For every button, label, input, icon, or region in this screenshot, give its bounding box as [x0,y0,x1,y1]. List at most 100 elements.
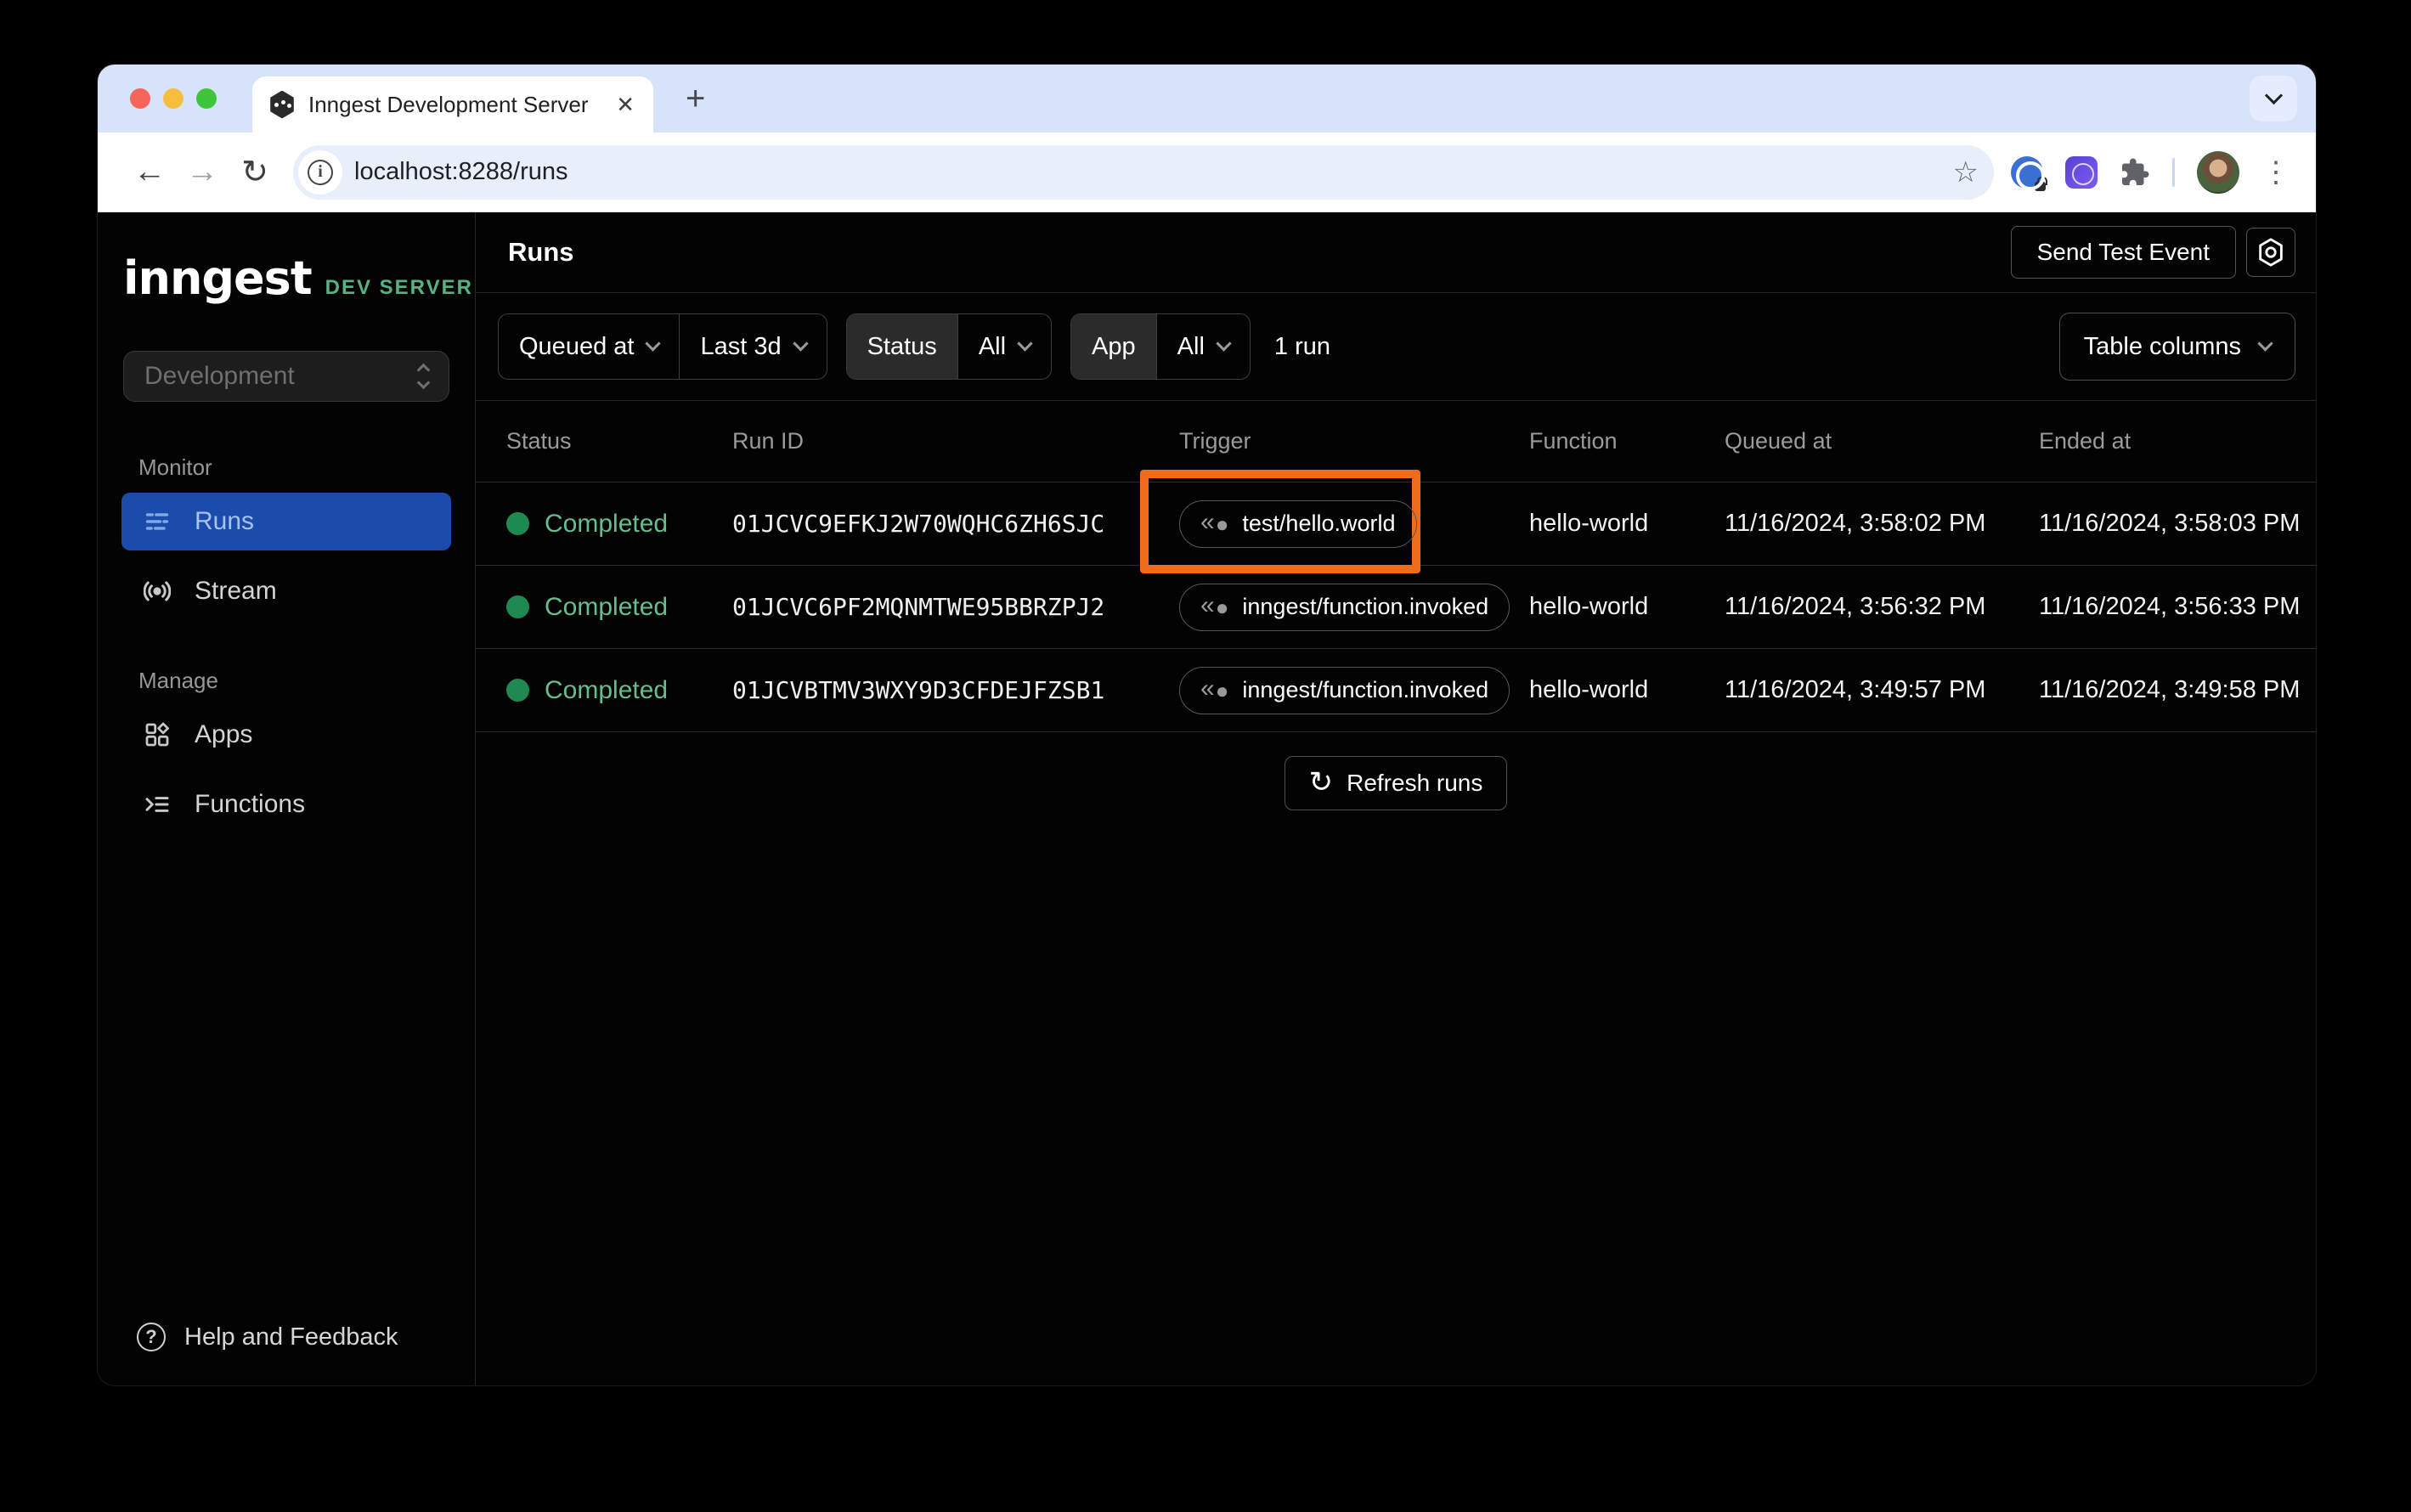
app-filter-label: App [1071,314,1156,379]
sidebar-item-functions[interactable]: Functions [121,776,451,833]
password-manager-extension-icon[interactable] [2011,155,2047,191]
traffic-lights [130,88,217,109]
trigger-name: inngest/function.invoked [1242,677,1489,702]
settings-gear-button[interactable] [2246,228,2295,277]
minimize-window-button[interactable] [163,88,184,109]
help-label: Help and Feedback [184,1323,398,1351]
new-tab-button[interactable]: + [686,80,705,118]
trigger-pill[interactable]: «● test/hello.world [1179,499,1417,548]
help-question-icon: ? [137,1323,166,1351]
forward-button[interactable]: → [176,154,229,190]
inngest-favicon-icon [270,90,294,119]
status-filter-dropdown[interactable]: All [957,314,1051,379]
stream-broadcast-icon [144,581,171,601]
sidebar-item-apps[interactable]: Apps [121,706,451,764]
browser-window: Inngest Development Server ✕ + ← → ↻ i l… [98,65,2316,1385]
bookmark-star-icon[interactable]: ☆ [1953,155,1979,189]
ended-at-value: 11/16/2024, 3:49:58 PM [2039,676,2301,703]
run-id[interactable]: 01JCVC6PF2MQNMTWE95BBRZPJ2 [732,593,1179,621]
browser-menu-icon[interactable]: ⋮ [2261,155,2290,189]
column-header-status: Status [506,428,572,454]
reload-button[interactable]: ↻ [229,153,281,191]
refresh-runs-label: Refresh runs [1347,770,1483,796]
logo-row: inngest DEV SERVER [123,251,475,305]
chevron-down-icon [2264,86,2283,105]
workspace-select-value: Development [144,362,295,390]
function-name[interactable]: hello-world [1529,510,1725,538]
site-info-button[interactable]: i [298,150,342,195]
sidebar-item-stream[interactable]: Stream [121,562,451,620]
back-button[interactable]: ← [123,154,176,190]
sidebar-item-runs[interactable]: Runs [121,493,451,550]
status-dot-icon [506,595,529,618]
app-filter-dropdown[interactable]: All [1155,314,1250,379]
dev-server-badge: DEV SERVER [325,276,473,299]
browser-tab[interactable]: Inngest Development Server ✕ [252,76,653,133]
chevron-down-icon [792,336,809,352]
table-columns-label: Table columns [2083,332,2241,360]
maximize-window-button[interactable] [196,88,217,109]
trigger-pill[interactable]: «● inngest/function.invoked [1179,583,1510,631]
runs-list-icon [145,513,169,530]
section-label-monitor: Monitor [138,454,212,480]
run-id[interactable]: 01JCVC9EFKJ2W70WQHC6ZH6SJC [732,510,1179,538]
status-filter-value: All [978,332,1007,360]
select-updown-icon [416,363,431,390]
run-id[interactable]: 01JCVBTMV3WXY9D3CFDEJFZSB1 [732,676,1179,704]
run-status: Completed [545,675,669,704]
app-content: inngest DEV SERVER Development Monitor R… [98,212,2316,1385]
chevron-down-icon [2257,336,2273,352]
page-title: Runs [508,237,574,267]
close-tab-icon[interactable]: ✕ [614,92,636,118]
event-trigger-icon: «● [1200,507,1229,537]
time-range-dropdown[interactable]: Last 3d [679,314,826,379]
function-name[interactable]: hello-world [1529,676,1725,704]
sidebar-item-label: Stream [195,577,277,605]
event-trigger-icon: «● [1200,674,1229,703]
queued-at-value: 11/16/2024, 3:58:02 PM [1725,510,1986,537]
sidebar: inngest DEV SERVER Development Monitor R… [98,212,476,1385]
app-filter: App All [1070,313,1251,380]
app-filter-value: All [1177,332,1205,360]
table-row[interactable]: Completed 01JCVC6PF2MQNMTWE95BBRZPJ2 «● … [476,566,2316,649]
section-label-manage: Manage [138,668,218,693]
chevron-down-icon [645,336,662,352]
send-test-event-button[interactable]: Send Test Event [2010,226,2236,279]
functions-icon [145,797,169,812]
table-row[interactable]: Completed 01JCVBTMV3WXY9D3CFDEJFZSB1 «● … [476,649,2316,732]
help-and-feedback[interactable]: ? Help and Feedback [137,1323,475,1351]
tab-search-button[interactable] [2250,76,2297,121]
queued-at-value: 11/16/2024, 3:56:32 PM [1725,593,1986,620]
purple-extension-icon[interactable] [2065,155,2098,189]
chevron-down-icon [1216,336,1232,352]
run-status: Completed [545,509,669,538]
status-dot-icon [506,512,529,535]
sidebar-item-label: Functions [195,790,306,818]
status-dot-icon [506,679,529,702]
time-field-label: Queued at [519,332,635,360]
column-header-queued-at: Queued at [1725,428,1832,454]
extensions-puzzle-icon[interactable] [2120,157,2150,188]
function-name[interactable]: hello-world [1529,593,1725,621]
profile-avatar[interactable] [2197,150,2239,194]
trigger-pill[interactable]: «● inngest/function.invoked [1179,666,1510,714]
column-header-trigger: Trigger [1179,428,1251,454]
time-field-dropdown[interactable]: Queued at [499,314,679,379]
column-header-run-id: Run ID [732,428,805,454]
address-bar[interactable]: i localhost:8288/runs ☆ [293,144,1994,200]
column-header-function: Function [1529,428,1618,454]
status-filter: Status All [845,313,1053,380]
inngest-logo: inngest [123,251,313,305]
refresh-runs-button[interactable]: ↻ Refresh runs [1284,756,1508,810]
status-filter-label: Status [846,314,957,379]
filter-bar: Queued at Last 3d Status All App All 1 r… [476,293,2316,401]
table-row[interactable]: Completed 01JCVC9EFKJ2W70WQHC6ZH6SJC «● … [476,469,2316,573]
workspace-select[interactable]: Development [123,351,449,402]
url-text[interactable]: localhost:8288/runs [354,158,1953,186]
main-panel: Runs Send Test Event Queued at Last 3d S… [476,212,2316,1385]
ended-at-value: 11/16/2024, 3:58:03 PM [2039,510,2301,537]
table-columns-button[interactable]: Table columns [2058,313,2295,381]
close-window-button[interactable] [130,88,150,109]
time-range-label: Last 3d [700,332,782,360]
gear-icon [2259,238,2283,267]
